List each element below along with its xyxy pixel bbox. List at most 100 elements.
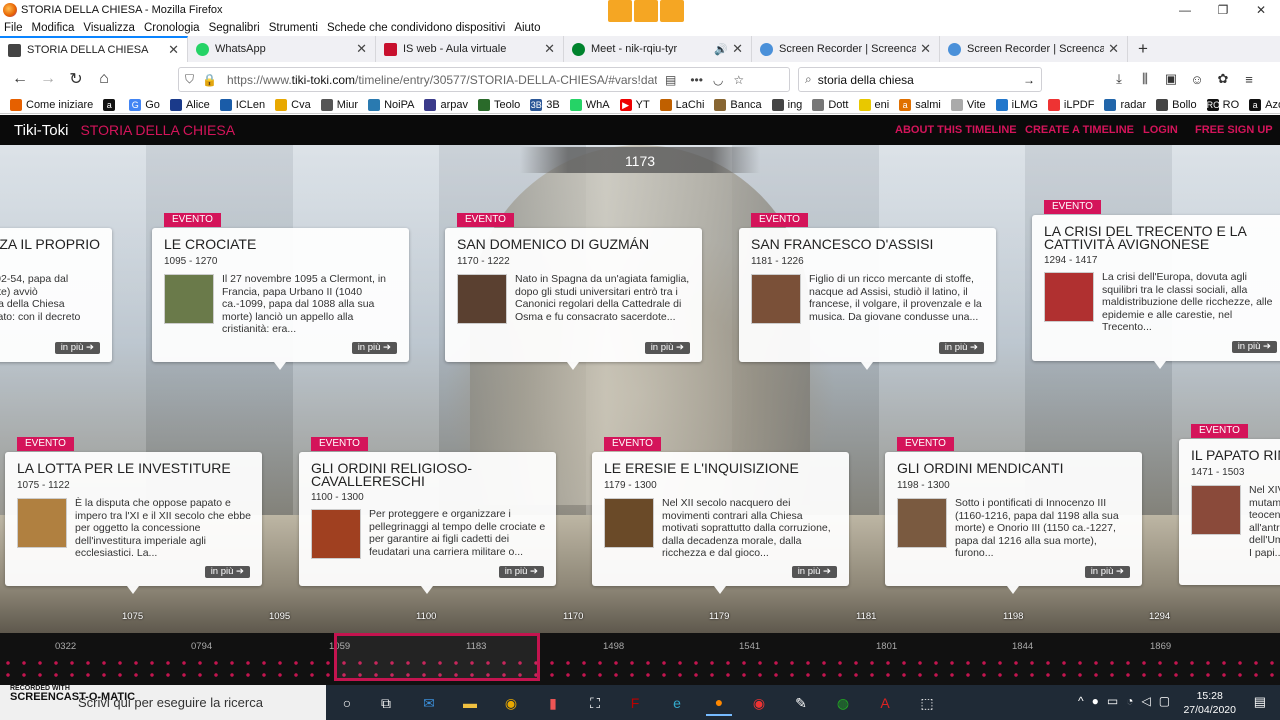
- forward-icon[interactable]: →: [34, 65, 62, 93]
- event-image[interactable]: [751, 274, 801, 324]
- about-link[interactable]: ABOUT THIS TIMELINE: [895, 124, 1017, 136]
- bookmark-item[interactable]: Come iniziare: [10, 98, 93, 111]
- more-button[interactable]: in più ➔: [644, 342, 690, 354]
- reader-view-icon[interactable]: ▤: [665, 73, 676, 87]
- wifi-icon[interactable]: ◔: [1126, 694, 1133, 708]
- notification-icon[interactable]: ▤: [1254, 694, 1266, 710]
- battery-icon[interactable]: ▭: [1107, 694, 1118, 708]
- close-tab-icon[interactable]: ✕: [544, 41, 555, 57]
- menu-modifica[interactable]: Modifica: [32, 22, 75, 34]
- bookmark-item[interactable]: a salmi: [899, 98, 941, 111]
- office-icon[interactable]: ▮: [540, 690, 566, 716]
- event-card[interactable]: EVENTO LE CROCIATE 1095 - 1270 Il 27 novemb…: [152, 213, 409, 370]
- menu-segnalibri[interactable]: Segnalibri: [209, 22, 260, 34]
- tab-storia-della-chiesa[interactable]: STORIA DELLA CHIESA ✕: [0, 36, 188, 62]
- lock-icon[interactable]: 🔒: [202, 73, 217, 87]
- microphone-icon[interactable]: [660, 0, 684, 22]
- bookmark-item[interactable]: Teolo: [478, 98, 520, 111]
- search-box[interactable]: ⌕ storia della chiesa →: [798, 67, 1042, 92]
- search-go-icon[interactable]: →: [1023, 73, 1035, 87]
- bookmark-item[interactable]: RO RO: [1206, 98, 1239, 111]
- extension-icon[interactable]: ✿: [1212, 68, 1234, 90]
- camera-icon[interactable]: [634, 0, 658, 22]
- recorder-icon[interactable]: ◉: [746, 690, 772, 716]
- firefox-taskbar-icon[interactable]: ●: [706, 690, 732, 716]
- navigator-selection[interactable]: [334, 633, 540, 681]
- minimize-button[interactable]: —: [1166, 0, 1204, 20]
- filezilla-icon[interactable]: F: [622, 690, 648, 716]
- sidebar-icon[interactable]: ▣: [1160, 68, 1182, 90]
- tab-screen-recorder-2[interactable]: Screen Recorder | Screencast-O ✕: [940, 36, 1128, 62]
- event-image[interactable]: [311, 509, 361, 559]
- tab-screen-recorder-1[interactable]: Screen Recorder | Screencast-O ✕: [752, 36, 940, 62]
- event-card[interactable]: EVENTO SAN FRANCESCO D'ASSISI 1181 - 1226 F…: [739, 213, 996, 370]
- mic-tray-icon[interactable]: ●: [1092, 694, 1099, 708]
- close-tab-icon[interactable]: ✕: [732, 41, 743, 57]
- bookmark-item[interactable]: iLMG: [995, 98, 1038, 111]
- close-tab-icon[interactable]: ✕: [356, 41, 367, 57]
- event-image[interactable]: [17, 498, 67, 548]
- create-timeline-link[interactable]: CREATE A TIMELINE: [1025, 124, 1134, 136]
- more-button[interactable]: in più ➔: [1084, 566, 1130, 578]
- tab-is-web[interactable]: IS web - Aula virtuale ✕: [376, 36, 564, 62]
- chrome-2-icon[interactable]: ◍: [830, 690, 856, 716]
- url-text[interactable]: https://www.tiki-toki.com/timeline/entry…: [227, 73, 657, 87]
- clock[interactable]: 15:28 27/04/2020: [1183, 689, 1236, 717]
- reload-icon[interactable]: ↻: [62, 65, 90, 93]
- bookmark-item[interactable]: Bollo: [1156, 98, 1197, 111]
- bookmark-item[interactable]: Dott: [812, 98, 849, 111]
- bookmark-item[interactable]: WhA: [569, 98, 610, 111]
- event-card[interactable]: ZA IL PROPRIO (1002-54, papa dal morte) a…: [0, 228, 112, 362]
- bookmark-item[interactable]: 3B 3B: [530, 98, 560, 111]
- more-button[interactable]: in più ➔: [498, 566, 544, 578]
- bookmark-item[interactable]: Banca: [714, 98, 762, 111]
- restore-button[interactable]: ❐: [1204, 0, 1242, 20]
- bookmark-item[interactable]: arpav: [424, 98, 468, 111]
- bookmark-item[interactable]: ICLen: [219, 98, 265, 111]
- url-bar[interactable]: ⛉ 🔒 https://www.tiki-toki.com/timeline/e…: [178, 67, 790, 92]
- bookmark-item[interactable]: radar: [1104, 98, 1146, 111]
- tracking-shield-icon[interactable]: ⛉: [185, 72, 194, 87]
- store-icon[interactable]: ⛶: [582, 690, 608, 716]
- speaker-icon[interactable]: 🔊: [714, 43, 728, 56]
- bookmark-item[interactable]: ▶ YT: [619, 98, 650, 111]
- menu-file[interactable]: File: [4, 22, 23, 34]
- page-actions-icon[interactable]: •••: [690, 73, 703, 87]
- close-tab-icon[interactable]: ✕: [920, 41, 931, 57]
- bookmark-item[interactable]: NoiPA: [368, 98, 414, 111]
- language-icon[interactable]: ▢: [1159, 694, 1170, 708]
- more-button[interactable]: in più ➔: [204, 566, 250, 578]
- chevron-up-icon[interactable]: ^: [1078, 694, 1084, 708]
- signup-link[interactable]: FREE SIGN UP: [1195, 124, 1273, 136]
- task-view-icon[interactable]: ⧉: [373, 690, 399, 716]
- close-window-button[interactable]: ✕: [1242, 0, 1280, 20]
- explorer-icon[interactable]: ▬: [457, 690, 483, 716]
- acrobat-icon[interactable]: A: [872, 690, 898, 716]
- event-card[interactable]: EVENTO GLI ORDINI RELIGIOSO-CAVALLERESCHI…: [299, 437, 556, 594]
- bookmark-item[interactable]: LaChi: [659, 98, 704, 111]
- volume-icon[interactable]: ◁: [1141, 694, 1150, 708]
- event-image[interactable]: [897, 498, 947, 548]
- home-icon[interactable]: ⌂: [90, 65, 118, 93]
- new-tab-button[interactable]: +: [1128, 36, 1158, 62]
- event-image[interactable]: [1191, 485, 1241, 535]
- bookmark-item[interactable]: Alice: [169, 98, 210, 111]
- pocket-icon[interactable]: ◡: [713, 73, 723, 87]
- close-tab-icon[interactable]: ✕: [168, 42, 179, 58]
- sharing-indicator[interactable]: [608, 0, 684, 22]
- bookmark-item[interactable]: a: [103, 98, 119, 111]
- event-card[interactable]: EVENTO IL PAPATO RIN 1471 - 1503 Nel XIV mu…: [1179, 424, 1280, 585]
- bookmark-item[interactable]: G Go: [129, 98, 160, 111]
- event-card[interactable]: EVENTO SAN DOMENICO DI GUZMÁN 1170 - 1222 N…: [445, 213, 702, 370]
- chrome-icon[interactable]: ◉: [498, 690, 524, 716]
- event-card[interactable]: EVENTO GLI ORDINI MENDICANTI 1198 - 1300 So…: [885, 437, 1142, 594]
- downloads-icon[interactable]: ⤓: [1108, 68, 1130, 90]
- event-image[interactable]: [1044, 272, 1094, 322]
- event-image[interactable]: [604, 498, 654, 548]
- mail-icon[interactable]: ✉: [416, 690, 442, 716]
- menu-strumenti[interactable]: Strumenti: [269, 22, 318, 34]
- event-card[interactable]: EVENTO LA LOTTA PER LE INVESTITURE 1075 - …: [5, 437, 262, 594]
- more-button[interactable]: in più ➔: [1231, 341, 1277, 353]
- event-card[interactable]: EVENTO LA CRISI DEL TRECENTO E LA CATTIVI…: [1032, 200, 1280, 369]
- tikitoki-logo[interactable]: Tiki-Toki: [14, 122, 68, 139]
